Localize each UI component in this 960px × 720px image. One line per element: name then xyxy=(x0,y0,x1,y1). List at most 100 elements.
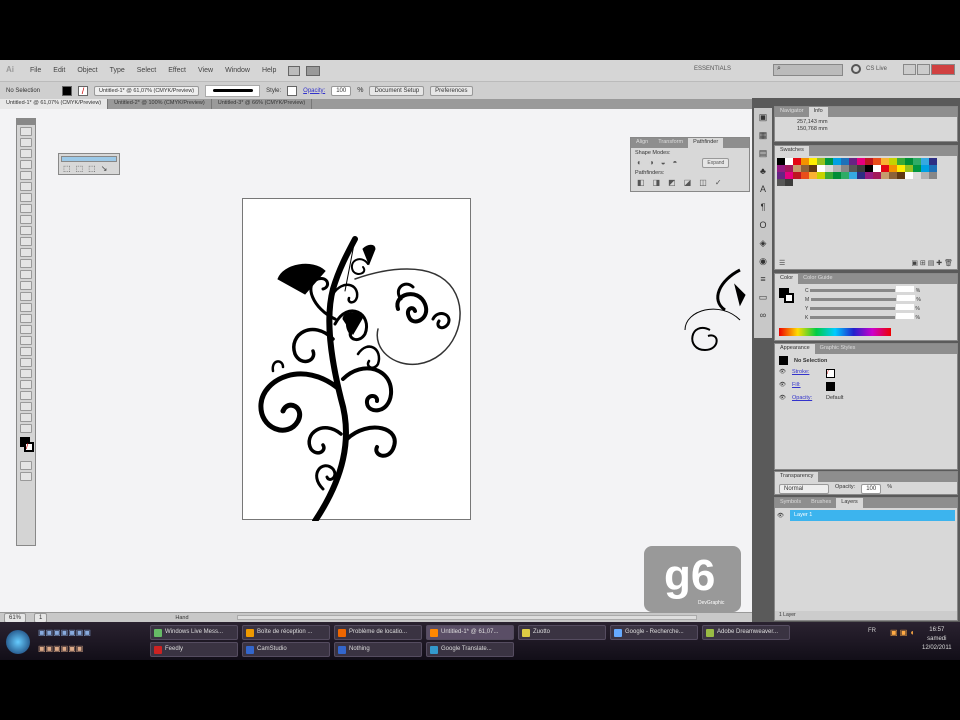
menu-effect[interactable]: Effect xyxy=(168,67,186,74)
menu-object[interactable]: Object xyxy=(77,67,97,74)
symbols-icon[interactable]: ♣ xyxy=(754,162,772,180)
color-swatch[interactable] xyxy=(785,165,793,172)
task-messenger[interactable]: Windows Live Mess... xyxy=(150,625,238,640)
layer-row[interactable]: 👁 Layer 1 xyxy=(777,510,955,521)
tab-document-3[interactable]: Untitled-3* @ 66% (CMYK/Preview) xyxy=(212,99,313,109)
color-swatch[interactable] xyxy=(921,165,929,172)
zoom-tool-icon[interactable] xyxy=(20,424,32,433)
tab-align[interactable]: Align xyxy=(631,138,653,148)
color-swatch[interactable] xyxy=(777,172,785,179)
tab-color-guide[interactable]: Color Guide xyxy=(798,274,837,284)
color-swatch[interactable] xyxy=(793,158,801,165)
color-swatch[interactable] xyxy=(841,172,849,179)
swatches-icon[interactable]: ▦ xyxy=(754,126,772,144)
direct-selection-tool-icon[interactable] xyxy=(20,138,32,147)
color-swatch[interactable] xyxy=(857,172,865,179)
graph-tool-icon[interactable] xyxy=(20,380,32,389)
pencil-tool-icon[interactable] xyxy=(20,226,32,235)
task-google[interactable]: Google - Recherche... xyxy=(610,625,698,640)
color-swatch[interactable] xyxy=(777,179,785,186)
blob-brush-tool-icon[interactable] xyxy=(20,237,32,246)
menu-view[interactable]: View xyxy=(198,67,213,74)
color-swatch[interactable] xyxy=(833,165,841,172)
gradient-tool-icon[interactable] xyxy=(20,336,32,345)
color-swatch[interactable] xyxy=(873,172,881,179)
tab-document-2[interactable]: Untitled-2* @ 100% (CMYK/Preview) xyxy=(108,99,212,109)
tray-icons[interactable]: ▣ ▣ ◖ xyxy=(890,628,914,637)
task-feedly[interactable]: Feedly xyxy=(150,642,238,657)
paintbrush-tool-icon[interactable] xyxy=(20,215,32,224)
task-folder[interactable]: Zuotto xyxy=(518,625,606,640)
tab-swatches[interactable]: Swatches xyxy=(775,146,809,156)
expand-button[interactable]: Expand xyxy=(702,158,730,168)
tab-symbols[interactable]: Symbols xyxy=(775,498,806,508)
color-swatch[interactable] xyxy=(849,158,857,165)
start-button[interactable] xyxy=(6,630,30,654)
color-swatch[interactable] xyxy=(929,158,937,165)
color-icon[interactable]: ◉ xyxy=(754,252,772,270)
width-tool-icon[interactable] xyxy=(20,281,32,290)
symbol-sprayer-tool-icon[interactable] xyxy=(20,369,32,378)
task-illustrator[interactable]: Untitled-1* @ 61,07... xyxy=(426,625,514,640)
color-swatch[interactable] xyxy=(793,165,801,172)
swatch-footer-icons[interactable]: ☰ ▣ ⊞ ▤ ✚ 🗑 xyxy=(779,259,953,267)
color-swatch[interactable] xyxy=(865,172,873,179)
color-swatch[interactable] xyxy=(833,172,841,179)
magic-wand-tool-icon[interactable] xyxy=(20,149,32,158)
channel-row-y[interactable]: Y % xyxy=(805,304,921,313)
floral-swirl-artwork[interactable] xyxy=(243,199,472,524)
menu-window[interactable]: Window xyxy=(225,67,250,74)
arrange-documents-icon[interactable] xyxy=(306,65,321,76)
blend-mode-select[interactable]: Normal xyxy=(779,484,829,494)
restore-button[interactable] xyxy=(917,64,930,75)
opacity-link[interactable]: Opacity: xyxy=(303,88,325,94)
color-swatch[interactable] xyxy=(921,172,929,179)
menu-edit[interactable]: Edit xyxy=(53,67,65,74)
language-indicator[interactable]: FR xyxy=(868,628,876,634)
color-swatch[interactable] xyxy=(801,158,809,165)
color-swatch[interactable] xyxy=(889,158,897,165)
lasso-tool-icon[interactable] xyxy=(20,160,32,169)
quick-launch-icons[interactable]: ▣▣▣▣▣▣▣ xyxy=(38,628,91,637)
eraser-tool-icon[interactable] xyxy=(20,248,32,257)
tab-transform[interactable]: Transform xyxy=(653,138,688,148)
menu-select[interactable]: Select xyxy=(137,67,156,74)
color-swatch[interactable] xyxy=(865,158,873,165)
blend-tool-icon[interactable] xyxy=(20,358,32,367)
close-button[interactable] xyxy=(931,64,955,75)
tab-layers[interactable]: Layers xyxy=(836,498,863,508)
color-swatch[interactable] xyxy=(889,165,897,172)
color-swatch[interactable] xyxy=(913,172,921,179)
color-swatch[interactable] xyxy=(921,158,929,165)
workspace-switcher[interactable]: ESSENTIALS xyxy=(694,66,731,72)
type-icon[interactable]: A xyxy=(754,180,772,198)
color-swatch[interactable] xyxy=(897,165,905,172)
navigator-icon[interactable]: ▣ xyxy=(754,108,772,126)
clock[interactable]: 16:57 samedi 12/02/2011 xyxy=(922,626,952,653)
color-swatch[interactable] xyxy=(897,172,905,179)
color-swatch[interactable] xyxy=(849,172,857,179)
style-picker[interactable] xyxy=(287,85,298,96)
task-dreamweaver[interactable]: Adobe Dreamweaver... xyxy=(702,625,790,640)
color-stroke-swatch[interactable] xyxy=(784,293,794,303)
task-probleme[interactable]: Problème de locatio... xyxy=(334,625,422,640)
appearance-row-opacity[interactable]: 👁 Opacity: Default xyxy=(775,393,957,403)
color-swatch[interactable] xyxy=(825,158,833,165)
color-swatch[interactable] xyxy=(809,165,817,172)
color-swatch[interactable] xyxy=(801,165,809,172)
color-swatch[interactable] xyxy=(857,158,865,165)
color-swatch[interactable] xyxy=(929,165,937,172)
color-swatch[interactable] xyxy=(889,172,897,179)
menu-type[interactable]: Type xyxy=(110,67,125,74)
preferences-button[interactable]: Preferences xyxy=(430,85,473,96)
tab-info[interactable]: Info xyxy=(808,107,828,117)
opentype-icon[interactable]: O xyxy=(754,216,772,234)
drawing-mode-icon[interactable] xyxy=(20,461,32,470)
color-swatch[interactable] xyxy=(913,158,921,165)
color-swatch[interactable] xyxy=(801,172,809,179)
color-swatch[interactable] xyxy=(849,165,857,172)
color-swatch[interactable] xyxy=(817,158,825,165)
task-nothing[interactable]: Nothing xyxy=(334,642,422,657)
tab-graphic-styles[interactable]: Graphic Styles xyxy=(815,344,861,354)
tool-tearoff-icons[interactable]: ⬚ ⬚ ⬚ ↘ xyxy=(59,164,119,173)
